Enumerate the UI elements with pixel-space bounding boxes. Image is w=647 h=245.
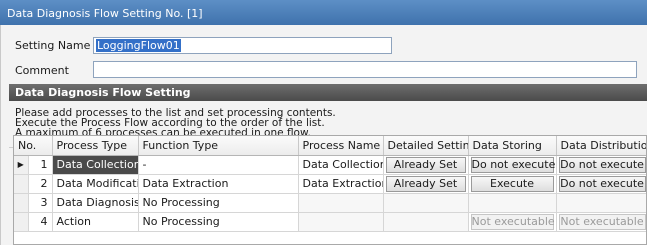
function-type-cell[interactable]: No Processing [138, 212, 299, 232]
detailed-setting-button[interactable]: Already Set [385, 175, 466, 192]
table-row[interactable]: 4 Action No Processing Not executable No… [14, 212, 646, 232]
setting-name-label: Setting Name [15, 39, 91, 52]
column-header-data-distribution[interactable]: Data Distribution [556, 136, 646, 156]
row-selector[interactable] [14, 193, 29, 213]
data-distribution-button: Not executable [558, 213, 646, 230]
row-number: 3 [28, 193, 53, 213]
function-type-cell[interactable]: Data Extraction [138, 174, 299, 194]
setting-name-input[interactable]: LoggingFlow01 [93, 37, 392, 54]
data-storing-button: Not executable [470, 213, 555, 230]
process-name-cell [298, 212, 384, 232]
process-type-cell[interactable]: Data Modification [52, 174, 139, 194]
row-number: 1 [28, 155, 53, 175]
setting-name-value: LoggingFlow01 [96, 39, 181, 52]
process-name-cell[interactable]: Data Collection [298, 155, 384, 175]
table-row[interactable]: 3 Data Diagnosis No Processing [14, 193, 646, 213]
data-distribution-cell: Not executable [556, 212, 646, 232]
process-name-cell [298, 193, 384, 213]
row-selector[interactable] [14, 212, 29, 232]
table-header-row: No. Process Type Function Type Process N… [14, 136, 646, 156]
data-distribution-button[interactable]: Do not execute [558, 156, 646, 173]
row-selector-icon[interactable]: ▶ [14, 155, 29, 175]
column-header-data-storing[interactable]: Data Storing [468, 136, 557, 156]
process-type-cell[interactable]: Data Diagnosis [52, 193, 139, 213]
process-name-cell[interactable]: Data Extraction [298, 174, 384, 194]
table-row[interactable]: 2 Data Modification Data Extraction Data… [14, 174, 646, 194]
data-distribution-button[interactable]: Do not execute [558, 175, 646, 192]
detailed-setting-cell: Already Set [383, 174, 469, 194]
data-storing-cell: Execute [468, 174, 557, 194]
data-storing-button[interactable]: Execute [470, 175, 554, 192]
data-storing-cell: Do not execute [468, 155, 557, 175]
detailed-setting-cell [383, 193, 469, 213]
data-storing-cell [468, 193, 557, 213]
function-type-cell[interactable]: - [138, 155, 299, 175]
detailed-setting-cell [383, 212, 469, 232]
window-title: Data Diagnosis Flow Setting No. [1] [0, 0, 647, 25]
process-type-cell[interactable]: Data Collection [52, 155, 139, 175]
detailed-setting-cell: Already Set [383, 155, 469, 175]
comment-input[interactable] [93, 61, 637, 78]
column-header-process-type[interactable]: Process Type [52, 136, 139, 156]
data-storing-cell: Not executable [468, 212, 557, 232]
comment-label: Comment [15, 64, 69, 77]
column-header-process-name[interactable]: Process Name [298, 136, 384, 156]
column-header-detailed-setting[interactable]: Detailed Setting [383, 136, 469, 156]
column-header-no[interactable]: No. [14, 136, 53, 156]
row-number: 4 [28, 212, 53, 232]
function-type-cell[interactable]: No Processing [138, 193, 299, 213]
data-storing-button[interactable]: Do not execute [470, 156, 555, 173]
table-row[interactable]: ▶ 1 Data Collection - Data Collection Al… [14, 155, 646, 175]
row-number: 2 [28, 174, 53, 194]
section-header: Data Diagnosis Flow Setting [9, 84, 647, 101]
detailed-setting-button[interactable]: Already Set [385, 156, 466, 173]
row-selector[interactable] [14, 174, 29, 194]
data-distribution-cell [556, 193, 646, 213]
column-header-function-type[interactable]: Function Type [138, 136, 299, 156]
process-type-cell[interactable]: Action [52, 212, 139, 232]
data-distribution-cell: Do not execute [556, 174, 646, 194]
process-table[interactable]: No. Process Type Function Type Process N… [13, 135, 647, 245]
data-distribution-cell: Do not execute [556, 155, 646, 175]
